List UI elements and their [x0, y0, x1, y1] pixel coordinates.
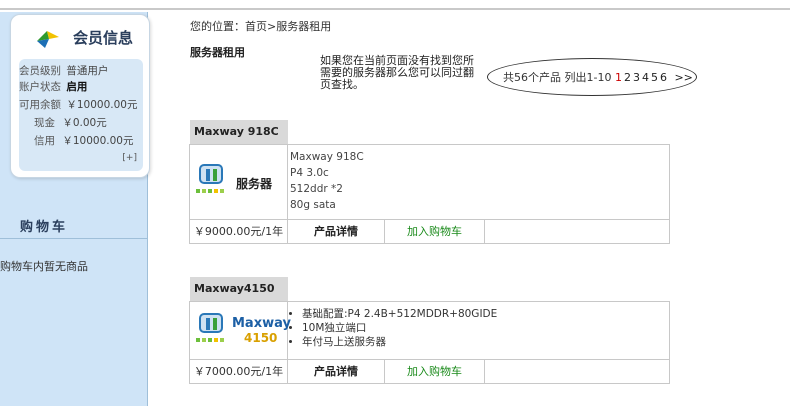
info-value: 普通用户	[66, 65, 109, 77]
top-divider	[0, 8, 790, 10]
info-label: 信用	[34, 135, 55, 147]
member-info-panel: 会员信息 会员级别 普通用户 账户状态 启用 可用余额 ￥10000.00元 现…	[10, 14, 150, 178]
product-price: ￥9000.00元/1年	[190, 220, 288, 243]
cart-divider	[0, 238, 147, 239]
spec-bullet: 年付马上送服务器	[302, 335, 667, 349]
add-to-cart-link[interactable]: 加入购物车	[385, 360, 485, 383]
spec-line: P4 3.0c	[290, 167, 329, 179]
pagination-summary: 共56个产品 列出1-10	[503, 71, 612, 84]
spec-list: 基础配置:P4 2.4B+512MDDR+80GIDE 10M独立端口 年付马上…	[288, 307, 667, 349]
breadcrumb-current: 服务器租用	[276, 20, 332, 33]
product-specs: 基础配置:P4 2.4B+512MDDR+80GIDE 10M独立端口 年付马上…	[288, 307, 667, 349]
spec-bullet: 基础配置:P4 2.4B+512MDDR+80GIDE	[302, 307, 667, 321]
info-value: 启用	[66, 81, 88, 93]
info-row-cash: 现金 ￥0.00元	[19, 115, 107, 130]
member-title: 会员信息	[73, 29, 134, 47]
product-image-label: 4150	[244, 331, 278, 345]
info-row-credit: 信用 ￥10000.00元	[19, 133, 133, 148]
product-action-row: ￥9000.00元/1年 产品详情 加入购物车	[190, 219, 669, 243]
page-link[interactable]: 2	[624, 71, 631, 84]
spec-line: 512ddr *2	[290, 183, 343, 195]
info-value: ￥0.00元	[62, 117, 107, 129]
breadcrumb-home-link[interactable]: 首页	[245, 20, 267, 33]
info-label: 现金	[34, 117, 55, 129]
breadcrumb-prefix: 您的位置：	[190, 20, 245, 33]
spec-line: 80g sata	[290, 199, 336, 211]
product-detail-link[interactable]: 产品详情	[288, 220, 385, 243]
member-info-list: 会员级别 普通用户 账户状态 启用 可用余额 ￥10000.00元 现金 ￥0.…	[19, 59, 143, 171]
product-card: Maxway 4150 基础配置:P4 2.4B+512MDDR+80GIDE …	[189, 301, 670, 384]
info-row-level: 会员级别 普通用户	[19, 63, 108, 78]
page-link[interactable]: 5	[651, 71, 658, 84]
next-page-link[interactable]: >>	[674, 71, 692, 84]
page-link[interactable]: 3	[633, 71, 640, 84]
member-header: 会员信息	[11, 15, 149, 55]
info-label: 会员级别	[19, 65, 61, 77]
spec-bullet: 10M独立端口	[302, 321, 667, 335]
pagination: 共56个产品 列出1-10 123456 >>	[503, 69, 693, 85]
paging-hint-text: 如果您在当前页面没有找到您所需要的服务器那么您可以同过翻页查找。	[320, 54, 474, 91]
page-link-current[interactable]: 1	[615, 71, 622, 84]
page-link[interactable]: 6	[660, 71, 667, 84]
product-action-row: ￥7000.00元/1年 产品详情 加入购物车	[190, 359, 669, 383]
empty-cell	[485, 360, 669, 383]
product-price: ￥7000.00元/1年	[190, 360, 288, 383]
breadcrumb-separator: >	[267, 20, 277, 33]
info-value: ￥10000.00元	[66, 99, 138, 111]
spec-line: Maxway 918C	[290, 151, 364, 163]
page-title: 服务器租用	[190, 46, 245, 59]
product-card: 服务器 Maxway 918C P4 3.0c 512ddr *2 80g sa…	[189, 144, 670, 244]
breadcrumb: 您的位置：首页>服务器租用	[190, 18, 331, 34]
leaf-logo-icon	[37, 31, 59, 48]
product-name: Maxway 918C	[190, 120, 288, 144]
cart-title: 购物车	[20, 220, 69, 235]
sidebar: 会员信息 会员级别 普通用户 账户状态 启用 可用余额 ￥10000.00元 现…	[0, 12, 150, 406]
page-link[interactable]: 4	[642, 71, 649, 84]
add-to-cart-link[interactable]: 加入购物车	[385, 220, 485, 243]
info-label: 账户状态	[19, 81, 61, 93]
product-image-label: Maxway	[232, 316, 291, 331]
empty-cell	[485, 220, 669, 243]
product-image-label: 服务器	[236, 177, 273, 191]
product-image[interactable]: 服务器	[190, 145, 288, 219]
info-label: 可用余额	[19, 99, 61, 111]
product-name: Maxway4150	[190, 277, 288, 301]
server-product-icon	[196, 164, 224, 193]
expand-more-link[interactable]: [+]	[122, 153, 137, 163]
cart-empty-text: 购物车内暂无商品	[0, 260, 88, 273]
info-value: ￥10000.00元	[62, 135, 134, 147]
info-row-status: 账户状态 启用	[19, 79, 87, 94]
info-row-balance: 可用余额 ￥10000.00元	[19, 97, 137, 112]
product-specs: Maxway 918C P4 3.0c 512ddr *2 80g sata	[288, 149, 669, 213]
server-product-icon	[196, 313, 224, 342]
product-image[interactable]: Maxway 4150	[190, 302, 291, 359]
product-detail-link[interactable]: 产品详情	[288, 360, 385, 383]
